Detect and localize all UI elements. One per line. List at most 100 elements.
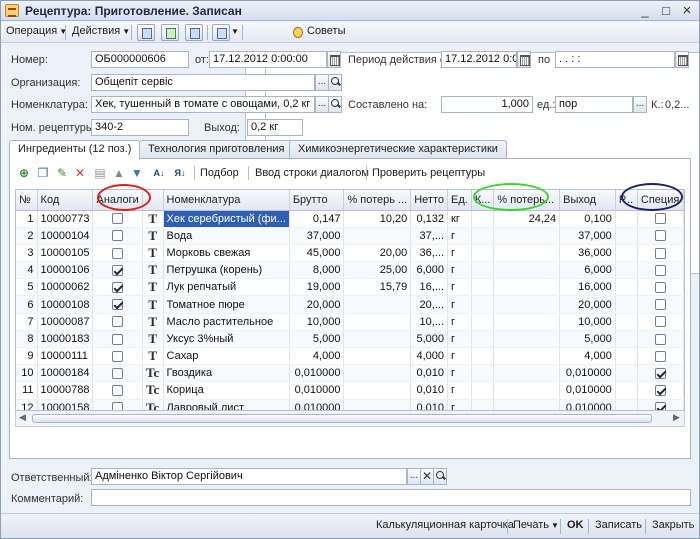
col-netto[interactable]: Нетто [410, 190, 449, 211]
composed-field[interactable]: 1,000 [441, 96, 533, 113]
analog-checkbox[interactable] [92, 244, 143, 263]
tab-ingredients[interactable]: Ингредиенты (12 поз.) [9, 140, 141, 160]
dialog-input-button[interactable]: Ввод строки диалогом [255, 167, 369, 179]
col-unit[interactable]: Ед. [447, 190, 472, 211]
analog-check-icon[interactable] [112, 402, 124, 410]
go-to-dropdown-icon[interactable]: ▼ [231, 27, 239, 36]
sort-asc-icon[interactable]: А↓ [151, 165, 167, 181]
col-spice[interactable]: Специя [637, 190, 684, 211]
tips-button[interactable]: Советы [307, 25, 345, 37]
operation-menu[interactable]: Операция ▼ [6, 25, 67, 37]
analog-check-icon[interactable] [112, 350, 124, 362]
analog-checkbox[interactable] [92, 347, 143, 366]
go-to-icon[interactable] [212, 24, 230, 41]
spice-check-icon[interactable] [654, 385, 666, 397]
analog-checkbox[interactable] [92, 227, 143, 245]
date-field[interactable]: 17.12.2012 0:00:00 [209, 51, 327, 68]
spice-check-icon[interactable] [654, 281, 666, 293]
analog-check-icon[interactable] [112, 281, 124, 293]
analog-checkbox[interactable] [92, 295, 143, 314]
spice-check-icon[interactable] [654, 333, 666, 345]
analog-checkbox[interactable] [92, 330, 143, 349]
spice-checkbox[interactable] [637, 227, 684, 245]
check-recipes-button[interactable]: Проверить рецептуры [372, 167, 485, 179]
col-k[interactable]: К... [471, 190, 495, 211]
analog-checkbox[interactable] [92, 399, 143, 410]
analog-check-icon[interactable] [112, 213, 124, 225]
table-row[interactable]: 4 10000106 T Петрушка (корень) 8,000 25,00 6,0… [16, 261, 684, 280]
analog-check-icon[interactable] [112, 264, 124, 276]
col-output[interactable]: Выход [559, 190, 616, 211]
spice-checkbox[interactable] [637, 381, 684, 400]
spice-checkbox[interactable] [637, 313, 684, 331]
close-window-button[interactable]: × [677, 2, 697, 20]
maximize-button[interactable]: □ [656, 2, 676, 20]
number-field[interactable]: ОБ000000606 [91, 51, 189, 68]
calendar-icon[interactable] [327, 51, 341, 68]
organization-select-button[interactable]: ... [315, 74, 329, 91]
table-row[interactable]: 7 10000087 T Масло растительное 10,000 10,...… [16, 313, 684, 331]
analog-check-icon[interactable] [112, 333, 124, 345]
spice-checkbox[interactable] [637, 278, 684, 297]
analog-check-icon[interactable] [112, 367, 124, 379]
comment-field[interactable] [91, 489, 691, 506]
analog-check-icon[interactable] [112, 316, 124, 328]
spice-checkbox[interactable] [637, 210, 684, 228]
nomenclature-field[interactable]: Хек, тушенный в томате с овощами, 0,2 кг [91, 96, 315, 113]
calendar-icon[interactable] [517, 51, 531, 68]
move-up-icon[interactable]: ▲ [111, 165, 127, 181]
unit-select-button[interactable]: ... [633, 96, 647, 113]
spice-checkbox[interactable] [637, 399, 684, 410]
scroll-left-icon[interactable]: ◀ [19, 412, 26, 423]
spice-checkbox[interactable] [637, 244, 684, 263]
calc-card-button[interactable]: Калькуляционная карточка [376, 519, 514, 531]
spice-checkbox[interactable] [637, 364, 684, 383]
col-r[interactable]: Р... [615, 190, 638, 211]
add-row-icon[interactable]: ⊕ [16, 165, 32, 181]
col-nomenclature[interactable]: Номенклатура [163, 190, 290, 211]
edit-row-icon[interactable]: ✎ [54, 165, 70, 181]
sort-desc-icon[interactable]: Я↓ [172, 165, 188, 181]
tips-icon[interactable] [289, 24, 307, 41]
period-from-field[interactable]: 17.12.2012 0:00 [441, 51, 517, 68]
minimize-button[interactable]: _ [635, 2, 655, 20]
col-number[interactable]: № [16, 190, 38, 211]
search-icon[interactable] [433, 468, 447, 485]
analog-checkbox[interactable] [92, 278, 143, 297]
organization-field[interactable]: Общепіт сервіс [91, 74, 315, 91]
delete-row-icon[interactable]: ✕ [72, 165, 88, 181]
spice-check-icon[interactable] [654, 350, 666, 362]
tab-chemical-energy[interactable]: Химикоэнергетические характеристики [289, 140, 507, 159]
table-row[interactable]: 8 10000183 T Уксус 3%ный 5,000 5,000 г 5,000 [16, 330, 684, 349]
unit-field[interactable]: пор [555, 96, 633, 113]
spice-checkbox[interactable] [637, 261, 684, 280]
spice-check-icon[interactable] [654, 299, 666, 311]
table-row[interactable]: 6 10000108 T Томатное пюре 20,000 20,... г 20,0… [16, 295, 684, 314]
recipe-number-field[interactable]: 340-2 [91, 119, 189, 136]
table-row[interactable]: 2 10000104 T Вода 37,000 37,... г 37,000 [16, 227, 684, 245]
analog-checkbox[interactable] [92, 313, 143, 331]
analog-check-icon[interactable] [112, 385, 124, 397]
refresh-icon[interactable] [161, 24, 179, 41]
end-edit-icon[interactable]: ▤ [92, 165, 108, 181]
analog-checkbox[interactable] [92, 210, 143, 228]
col-loss-cold[interactable]: % потерь ... [343, 190, 412, 211]
actions-menu[interactable]: Действия ▼ [72, 25, 130, 37]
table-row[interactable]: 3 10000105 T Морковь свежая 45,000 20,00 36,..… [16, 244, 684, 263]
spice-check-icon[interactable] [654, 213, 666, 225]
spice-check-icon[interactable] [654, 230, 666, 242]
output-field[interactable]: 0,2 кг [247, 119, 303, 136]
col-brutto[interactable]: Брутто [289, 190, 345, 211]
table-row[interactable]: 12 10000158 Tc Лавровый лист 0,010000 0,010 г 0… [16, 399, 684, 410]
table-row[interactable]: 1 10000773 T Хек серебристый (фи... 0,147 10,… [16, 210, 684, 228]
spice-check-icon[interactable] [654, 247, 666, 259]
col-type[interactable] [142, 190, 164, 211]
analog-checkbox[interactable] [92, 364, 143, 383]
horizontal-scrollbar[interactable]: ◀ ▶ [15, 411, 685, 427]
copy-row-icon[interactable]: ❐ [35, 165, 51, 181]
spice-check-icon[interactable] [654, 367, 666, 379]
save-button[interactable]: Записать [595, 519, 642, 531]
spice-checkbox[interactable] [637, 330, 684, 349]
print-menu[interactable]: Печать ▼ [513, 519, 559, 531]
table-row[interactable]: 9 10000111 T Сахар 4,000 4,000 г 4,000 [16, 347, 684, 366]
